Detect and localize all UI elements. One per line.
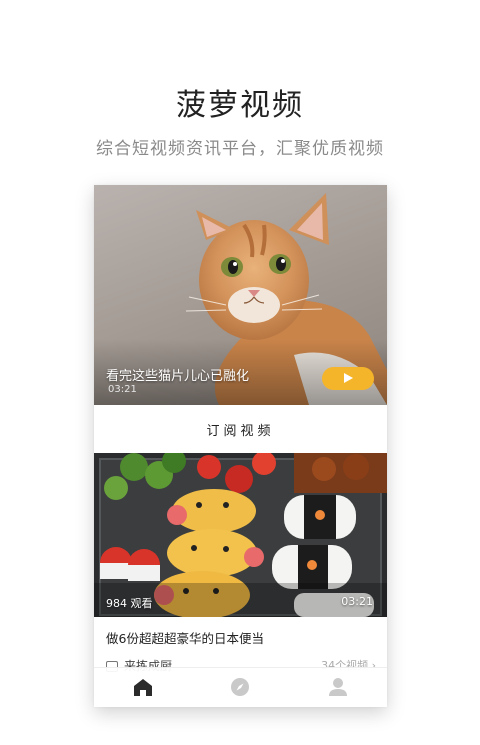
subscribe-button[interactable]: 订阅视频 — [94, 405, 387, 453]
play-icon — [344, 373, 353, 383]
app-tagline: 综合短视频资讯平台，汇聚优质视频 — [96, 139, 384, 159]
app-title: 菠萝视频 — [176, 88, 304, 123]
play-button[interactable] — [322, 367, 374, 390]
view-count: 984 观看 — [106, 597, 153, 610]
bottom-tab-bar — [94, 667, 387, 707]
hero-video-thumbnail[interactable]: 看完这些猫片儿心已融化 03:21 — [94, 185, 387, 405]
tab-profile[interactable] — [326, 675, 350, 699]
home-icon — [134, 679, 152, 696]
user-icon — [329, 678, 347, 696]
video-title[interactable]: 做6份超超超豪华的日本便当 — [106, 628, 264, 647]
phone-mockup: 看完这些猫片儿心已融化 03:21 订阅视频 984 观看 03:21 做6份超… — [94, 185, 387, 707]
compass-icon — [231, 678, 249, 696]
hero-caption: 看完这些猫片儿心已融化 — [106, 369, 250, 384]
hero-duration: 03:21 — [108, 384, 137, 395]
bento-photo — [94, 453, 387, 617]
tab-home[interactable] — [131, 675, 155, 699]
video-card-thumbnail[interactable] — [94, 453, 387, 617]
video-duration: 03:21 — [341, 595, 373, 608]
tab-discover[interactable] — [228, 675, 252, 699]
